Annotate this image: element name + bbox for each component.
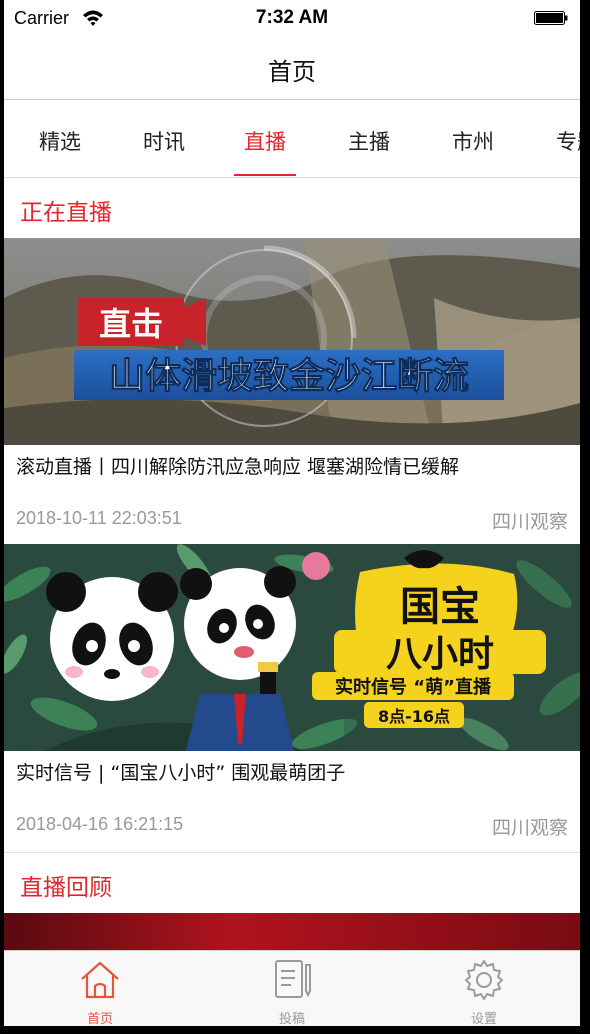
- tabbar-submit-label: 投稿: [278, 1012, 305, 1026]
- compose-icon: [275, 960, 311, 998]
- card-title: 滚动直播丨四川解除防汛应急响应 堰塞湖险情已缓解: [16, 456, 460, 478]
- panda-image: 国宝 八小时 实时信号 “萌”直播 8点-16点: [4, 544, 580, 751]
- tab-shizhou[interactable]: 市州: [421, 126, 525, 156]
- navigation-bar: 首页: [4, 38, 580, 100]
- tabbar-home[interactable]: 首页: [4, 951, 196, 1026]
- panda-title-line1: 国宝: [400, 584, 480, 630]
- tab-zhuanti[interactable]: 专题: [525, 126, 580, 156]
- live-card-landslide[interactable]: 直击 山体滑坡致金沙江断流 滚动直播丨四川解除防汛应急响应 堰塞湖险情已缓解 2…: [4, 238, 580, 544]
- tabbar-home-label: 首页: [86, 1012, 113, 1026]
- battery-icon: [534, 11, 568, 25]
- card-timestamp: 2018-04-16 16:21:15: [16, 814, 184, 834]
- status-bar: Carrier 7:32 AM: [4, 0, 580, 38]
- landslide-image: 直击 山体滑坡致金沙江断流: [4, 238, 580, 445]
- status-time: 7:32 AM: [255, 7, 329, 28]
- active-tab-indicator: [234, 174, 296, 176]
- tabbar-settings-label: 设置: [470, 1012, 497, 1026]
- home-icon: [81, 961, 119, 999]
- tab-zhibo[interactable]: 直播: [213, 126, 317, 156]
- panda-hours: 8点-16点: [378, 707, 450, 726]
- tabbar-submit[interactable]: 投稿: [196, 951, 388, 1026]
- bottom-tab-bar: 首页 投稿 设置: [4, 950, 580, 1026]
- gear-icon: [465, 960, 503, 1000]
- replay-section-title: 直播回顾: [20, 875, 112, 901]
- page-title: 首页: [268, 58, 316, 86]
- card-source: 四川观察: [491, 511, 568, 533]
- badge-text: 直击: [99, 305, 163, 343]
- panda-thumbnail: 国宝 八小时 实时信号 “萌”直播 8点-16点: [4, 544, 580, 751]
- headline-text: 山体滑坡致金沙江断流: [109, 355, 469, 397]
- card-source: 四川观察: [491, 817, 568, 839]
- replay-thumbnail[interactable]: [4, 913, 580, 950]
- app-screen: Carrier 7:32 AM 首页 精选 时讯 直播 主播 市州 专题 正在直…: [4, 0, 580, 1026]
- tab-jingxuan[interactable]: 精选: [8, 126, 112, 156]
- live-section-title: 正在直播: [20, 200, 112, 226]
- replay-section-header: 直播回顾: [4, 853, 580, 913]
- live-section-header: 正在直播: [4, 178, 580, 238]
- card-timestamp: 2018-10-11 22:03:51: [16, 508, 182, 528]
- tabbar-settings[interactable]: 设置: [388, 951, 580, 1026]
- tab-shixun[interactable]: 时讯: [112, 126, 216, 156]
- card-title: 实时信号 | “国宝八小时” 围观最萌团子: [16, 762, 346, 784]
- category-tabs: 精选 时讯 直播 主播 市州 专题: [4, 100, 580, 178]
- live-card-panda[interactable]: 国宝 八小时 实时信号 “萌”直播 8点-16点 实时信号 | “国宝八小时” …: [4, 544, 580, 852]
- tab-zhubo[interactable]: 主播: [317, 126, 421, 156]
- panda-title-line2: 八小时: [386, 634, 494, 675]
- panda-subtitle: 实时信号 “萌”直播: [335, 676, 492, 698]
- landslide-thumbnail: 直击 山体滑坡致金沙江断流: [4, 238, 580, 445]
